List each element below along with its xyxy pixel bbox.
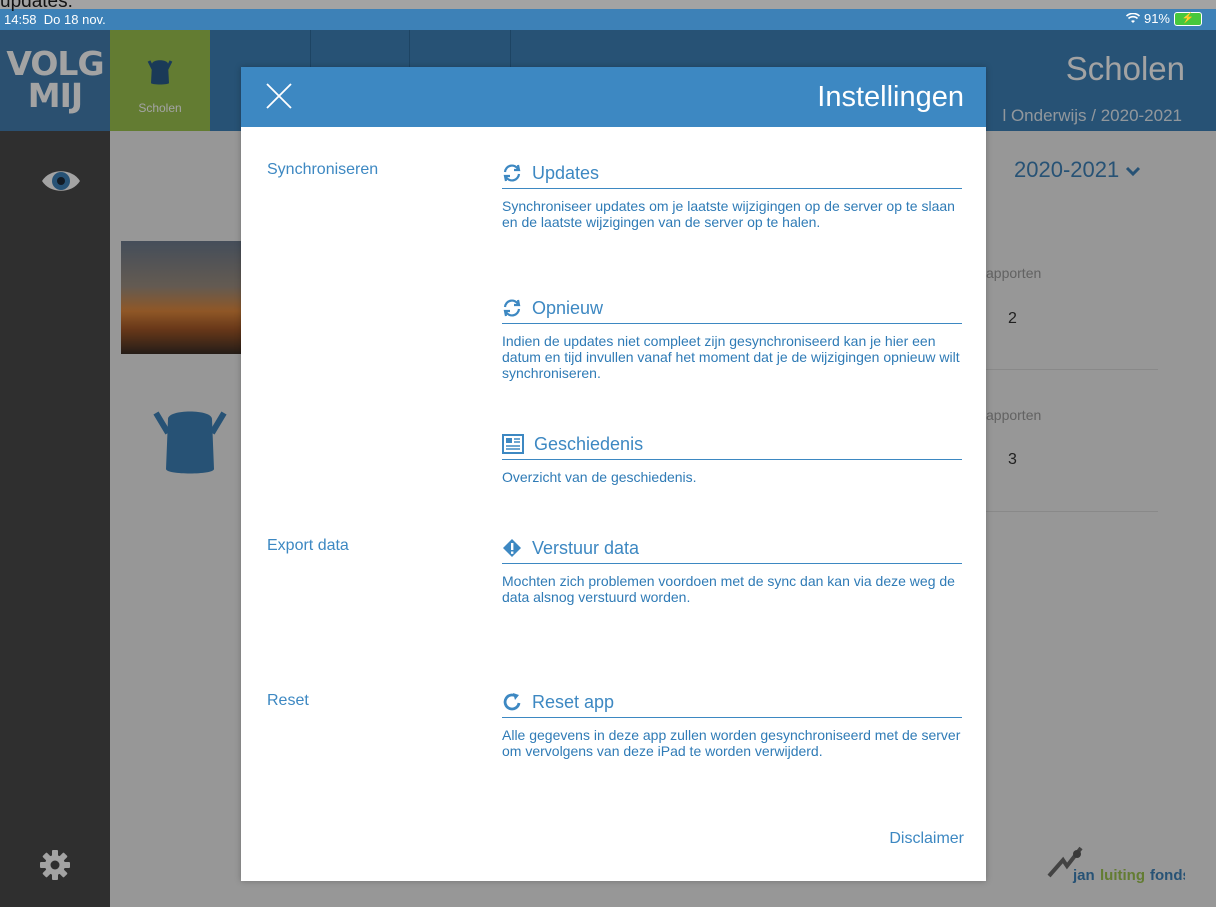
setting-reset-app: Reset app Alle gegevens in deze app zull… <box>502 687 962 759</box>
reset-app-description: Alle gegevens in deze app zullen worden … <box>502 727 961 759</box>
dialog-header: Instellingen <box>241 67 986 127</box>
verstuur-data-button[interactable]: Verstuur data <box>502 533 962 564</box>
setting-verstuur-data: Verstuur data Mochten zich problemen voo… <box>502 533 962 605</box>
news-icon <box>502 434 524 454</box>
opnieuw-button[interactable]: Opnieuw <box>502 293 962 324</box>
section-label-reset: Reset <box>267 692 309 709</box>
updates-description: Synchroniseer updates om je laatste wijz… <box>502 198 955 230</box>
updates-label: Updates <box>532 162 600 183</box>
disclaimer-link[interactable]: Disclaimer <box>889 830 964 848</box>
sync-icon <box>503 299 521 317</box>
wifi-icon <box>1125 13 1140 23</box>
updates-button[interactable]: Updates <box>502 158 962 189</box>
section-label-export-data: Export data <box>267 537 349 554</box>
opnieuw-description: Indien de updates niet compleet zijn ges… <box>502 333 960 381</box>
reset-icon <box>503 693 521 711</box>
setting-updates: Updates Synchroniseer updates om je laat… <box>502 158 962 230</box>
setting-opnieuw: Opnieuw Indien de updates niet compleet … <box>502 293 962 381</box>
battery-icon: ⚡ <box>1174 11 1202 26</box>
geschiedenis-description: Overzicht van de geschiedenis. <box>502 469 697 485</box>
reset-app-label: Reset app <box>532 691 615 712</box>
status-right: 91% ⚡ <box>1125 11 1202 26</box>
settings-dialog: Instellingen Synchroniseren Export data … <box>241 67 986 881</box>
reset-app-button[interactable]: Reset app <box>502 687 962 718</box>
section-label-synchroniseren: Synchroniseren <box>267 161 379 178</box>
setting-geschiedenis: Geschiedenis Overzicht van de geschieden… <box>502 429 962 485</box>
status-time: 14:58 Do 18 nov. <box>4 12 106 27</box>
dialog-title: Instellingen <box>817 81 964 113</box>
status-bar: 14:58 Do 18 nov. 91% ⚡ <box>0 9 1216 30</box>
alert-icon <box>503 539 521 557</box>
opnieuw-label: Opnieuw <box>532 297 604 318</box>
geschiedenis-label: Geschiedenis <box>534 433 644 454</box>
sync-icon <box>503 164 521 182</box>
caption-text: updates: <box>0 0 73 12</box>
verstuur-data-label: Verstuur data <box>532 537 640 558</box>
close-icon[interactable] <box>265 82 293 110</box>
battery-percent: 91% <box>1143 11 1170 26</box>
geschiedenis-button[interactable]: Geschiedenis <box>502 429 962 460</box>
verstuur-data-description: Mochten zich problemen voordoen met de s… <box>502 573 955 605</box>
